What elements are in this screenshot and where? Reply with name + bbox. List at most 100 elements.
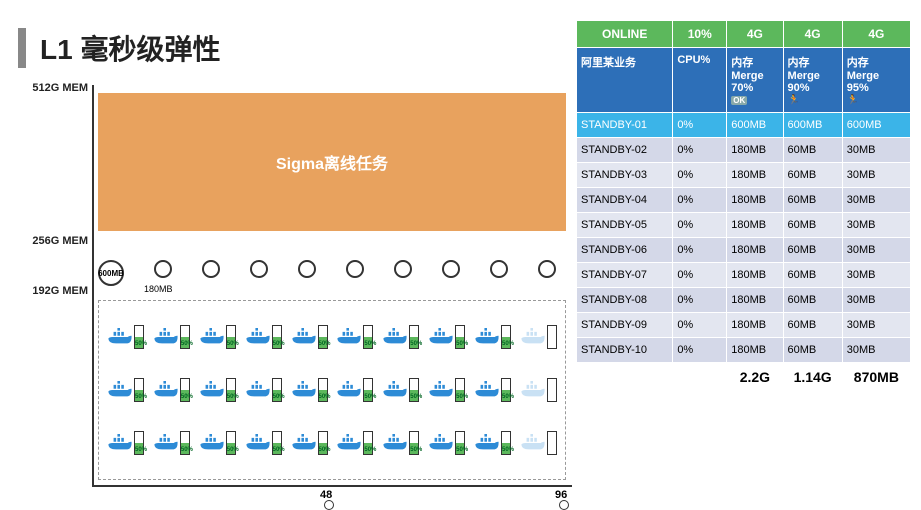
container-cell: 50% <box>428 431 465 455</box>
circle-row: 600MB <box>98 260 566 286</box>
container-cell: 50% <box>153 431 190 455</box>
hdr-4g-3: 4G <box>842 21 910 48</box>
usage-bar <box>547 378 557 402</box>
cell-m90: 60MB <box>783 188 842 213</box>
usage-pct: 50% <box>181 394 189 400</box>
whale-icon <box>153 434 179 452</box>
whale-icon <box>382 434 408 452</box>
container-cell: 50% <box>382 325 419 349</box>
ok-badge: OK <box>731 96 747 105</box>
whale-icon <box>153 381 179 399</box>
container-cell <box>520 325 557 349</box>
whale-icon <box>474 434 500 452</box>
container-cell: 50% <box>336 325 373 349</box>
usage-pct: 50% <box>364 447 372 453</box>
container-cell: 50% <box>291 325 328 349</box>
table-header-status: ONLINE 10% 4G 4G 4G <box>577 21 911 48</box>
usage-pct: 50% <box>227 394 235 400</box>
usage-bar: 50% <box>501 325 511 349</box>
whale-icon <box>336 328 362 346</box>
cell-m90: 600MB <box>783 113 842 138</box>
usage-bar: 50% <box>272 378 282 402</box>
memory-chart: 512G MEM 256G MEM 192G MEM Sigma离线任务 600… <box>30 85 570 495</box>
usage-bar: 50% <box>226 325 236 349</box>
cell-m90: 60MB <box>783 213 842 238</box>
total-70: 2.2G <box>727 363 783 392</box>
usage-bar: 50% <box>272 325 282 349</box>
whale-icon <box>520 328 546 346</box>
cell-n: STANDBY-10 <box>577 338 673 363</box>
usage-pct: 50% <box>410 341 418 347</box>
usage-pct: 50% <box>502 447 510 453</box>
container-row: 50% 50% 50% 50% 50% 50% 50% 50% 50% <box>107 325 557 349</box>
whale-icon <box>336 434 362 452</box>
hdr-10pct: 10% <box>673 21 727 48</box>
usage-pct: 50% <box>319 341 327 347</box>
table-row: STANDBY-040%180MB60MB30MB <box>577 188 911 213</box>
whale-icon <box>245 381 271 399</box>
cell-m70: 180MB <box>727 238 783 263</box>
table-row: STANDBY-020%180MB60MB30MB <box>577 138 911 163</box>
table-header-cols: 阿里某业务 CPU% 内存Merge70%OK 内存Merge90%🏃 内存Me… <box>577 48 911 113</box>
table-row: STANDBY-010%600MB600MB600MB <box>577 113 911 138</box>
whale-icon <box>199 381 225 399</box>
container-cell: 50% <box>382 378 419 402</box>
cell-cpu: 0% <box>673 288 727 313</box>
container-cell: 50% <box>291 431 328 455</box>
table-row: STANDBY-090%180MB60MB30MB <box>577 313 911 338</box>
col-merge90: 内存Merge90%🏃 <box>783 48 842 113</box>
usage-bar: 50% <box>180 378 190 402</box>
container-row: 50%50%50%50%50%50%50%50%50% <box>107 378 557 402</box>
container-cell: 50% <box>199 431 236 455</box>
container-cell: 50% <box>107 325 144 349</box>
page-title-bar: L1 毫秒级弹性 <box>18 28 220 68</box>
cell-m95: 30MB <box>842 138 910 163</box>
cell-cpu: 0% <box>673 138 727 163</box>
usage-pct: 50% <box>456 447 464 453</box>
cell-m90: 60MB <box>783 338 842 363</box>
cell-m95: 30MB <box>842 313 910 338</box>
usage-pct: 50% <box>456 341 464 347</box>
x-label-96: 96 <box>555 489 567 501</box>
circle-180mb-label: 180MB <box>144 284 173 294</box>
usage-pct: 50% <box>410 447 418 453</box>
whale-icon <box>428 381 454 399</box>
container-cell: 50% <box>474 378 511 402</box>
whale-icon <box>474 328 500 346</box>
usage-pct: 50% <box>364 394 372 400</box>
whale-icon <box>336 381 362 399</box>
circle-icon <box>394 260 412 278</box>
whale-icon <box>291 328 317 346</box>
usage-pct: 50% <box>502 341 510 347</box>
whale-icon <box>245 434 271 452</box>
cell-m90: 60MB <box>783 313 842 338</box>
usage-bar <box>547 325 557 349</box>
usage-pct: 50% <box>135 394 143 400</box>
cell-m70: 180MB <box>727 338 783 363</box>
col-merge70-label: 内存Merge70% <box>731 57 763 94</box>
whale-icon <box>520 434 546 452</box>
container-cell <box>520 431 557 455</box>
total-90: 1.14G <box>783 363 842 392</box>
cell-m90: 60MB <box>783 163 842 188</box>
usage-bar: 50% <box>318 378 328 402</box>
whale-icon <box>428 434 454 452</box>
cell-m95: 600MB <box>842 113 910 138</box>
cell-cpu: 0% <box>673 238 727 263</box>
usage-bar: 50% <box>455 325 465 349</box>
container-cell: 50% <box>153 325 190 349</box>
whale-icon <box>199 328 225 346</box>
circle-icon <box>298 260 316 278</box>
col-service: 阿里某业务 <box>577 48 673 113</box>
usage-pct: 50% <box>181 447 189 453</box>
container-row: 50%50%50%50%50%50%50%50%50% <box>107 431 557 455</box>
cell-m70: 180MB <box>727 263 783 288</box>
total-95: 870MB <box>842 363 910 392</box>
whale-icon <box>474 381 500 399</box>
whale-icon <box>153 328 179 346</box>
usage-bar: 50% <box>134 325 144 349</box>
container-cell: 50% <box>336 378 373 402</box>
usage-bar: 50% <box>409 325 419 349</box>
cell-cpu: 0% <box>673 163 727 188</box>
hdr-online: ONLINE <box>577 21 673 48</box>
